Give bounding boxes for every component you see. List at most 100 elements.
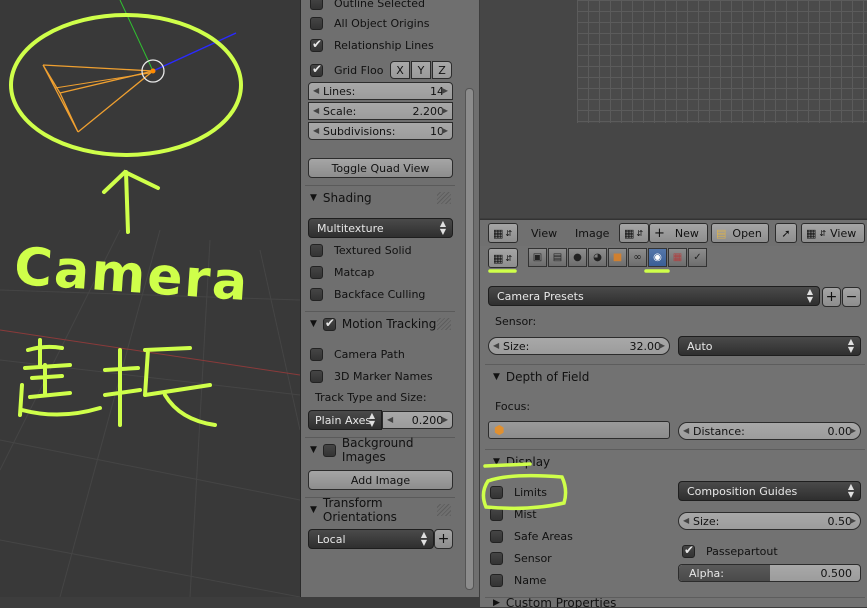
- transform-orientations-header-label: Transform Orientations: [322, 496, 397, 524]
- motion-tracking-panel-header[interactable]: ▼ Motion Tracking: [305, 311, 455, 336]
- updown-arrows-icon: ⇵: [636, 228, 644, 238]
- image-icon: ▦: [624, 226, 635, 240]
- shading-header-label: Shading: [322, 191, 372, 205]
- motion-tracking-checkbox[interactable]: [322, 316, 336, 331]
- grid-scale-value: 2.200: [412, 104, 445, 118]
- pin-button[interactable]: ➚: [775, 223, 797, 243]
- track-type-dropdown[interactable]: Plain Axes ▲ ▼: [308, 410, 382, 430]
- grid-subdivisions-field[interactable]: ◀ Subdivisions: 10 ▶: [308, 122, 453, 140]
- shading-mode-dropdown[interactable]: Multitexture ▲ ▼: [308, 218, 453, 238]
- all-object-origins-checkbox[interactable]: [310, 16, 323, 30]
- panel-grip-icon[interactable]: [437, 192, 451, 204]
- image-browse-button[interactable]: ▦ ⇵: [619, 223, 649, 243]
- background-images-header-label: Background Images: [341, 436, 414, 464]
- add-orientation-button[interactable]: +: [434, 529, 453, 549]
- grid-floor-option[interactable]: Grid Floo: [310, 60, 390, 80]
- textured-solid-checkbox[interactable]: [310, 243, 323, 257]
- all-object-origins-label: All Object Origins: [334, 16, 430, 30]
- grid-scale-field[interactable]: ◀ Scale: 2.200 ▶: [308, 102, 453, 120]
- camera-path-option[interactable]: Camera Path: [310, 344, 456, 364]
- track-size-field[interactable]: ◀ 0.200 ▶: [382, 411, 453, 429]
- backface-culling-label: Backface Culling: [334, 287, 426, 301]
- image-editor-area[interactable]: [480, 0, 867, 218]
- grid-subdivisions-label: Subdivisions:: [323, 124, 396, 138]
- pin-icon: ➚: [781, 226, 791, 240]
- updown-arrows-icon: ⇵: [819, 228, 827, 238]
- alpha-slider[interactable]: Alpha: 0.500: [678, 564, 861, 582]
- increment-icon[interactable]: ▶: [442, 415, 448, 424]
- shading-mode-value: Multitexture: [317, 221, 384, 235]
- shading-panel-header[interactable]: ▼ Shading: [305, 185, 455, 210]
- background-images-panel-header[interactable]: ▼ Background Images: [305, 436, 455, 464]
- backface-culling-option[interactable]: Backface Culling: [310, 284, 456, 304]
- passepartout-label: Passepartout: [706, 544, 778, 558]
- name-checkbox[interactable]: [490, 573, 503, 587]
- track-type-value: Plain Axes: [315, 413, 372, 427]
- alpha-value: 0.500: [820, 566, 853, 580]
- all-object-origins-option[interactable]: All Object Origins: [310, 13, 456, 33]
- updown-arrows-icon: ▲ ▼: [368, 411, 375, 428]
- increment-icon[interactable]: ▶: [442, 106, 448, 115]
- shelf-scrollbar[interactable]: [461, 0, 479, 597]
- sensor-checkbox[interactable]: [490, 551, 503, 565]
- marker-names-option[interactable]: 3D Marker Names: [310, 366, 456, 386]
- open-button-label: Open: [732, 226, 762, 240]
- grid-lines-label: Lines:: [323, 84, 356, 98]
- collapse-triangle-icon: ▼: [310, 445, 317, 455]
- panel-grip-icon[interactable]: [437, 318, 451, 330]
- matcap-option[interactable]: Matcap: [310, 262, 456, 282]
- passepartout-checkbox[interactable]: [682, 543, 695, 558]
- custom-properties-panel-header[interactable]: ▶ Custom Properties: [485, 597, 865, 608]
- marker-names-checkbox[interactable]: [310, 369, 323, 383]
- collapse-triangle-icon: ▼: [310, 319, 317, 329]
- custom-properties-header-label: Custom Properties: [505, 597, 617, 608]
- increment-icon[interactable]: ▶: [442, 86, 448, 95]
- backface-culling-checkbox[interactable]: [310, 287, 323, 301]
- image-editor-header: ▦ ⇵ View Image ▦ ⇵ + New ▤ Open ➚ ▦ ⇵ View: [480, 219, 867, 246]
- view-mode-dropdown[interactable]: ▦ ⇵ View: [801, 223, 865, 243]
- orientation-dropdown[interactable]: Local ▲ ▼: [308, 529, 434, 549]
- add-image-button[interactable]: Add Image: [308, 470, 453, 490]
- relationship-lines-checkbox[interactable]: [310, 37, 323, 52]
- sensor-option[interactable]: Sensor: [490, 548, 636, 568]
- relationship-lines-option[interactable]: Relationship Lines: [310, 35, 456, 55]
- panel-grip-icon[interactable]: [437, 504, 451, 516]
- image-menu[interactable]: Image: [575, 227, 609, 240]
- grid-lines-field[interactable]: ◀ Lines: 14 ▶: [308, 82, 453, 100]
- outline-selected-label: Outline Selected: [334, 0, 425, 10]
- decrement-icon[interactable]: ◀: [387, 415, 393, 424]
- name-option[interactable]: Name: [490, 570, 636, 590]
- decrement-icon[interactable]: ◀: [313, 86, 319, 95]
- camera-path-checkbox[interactable]: [310, 347, 323, 361]
- decrement-icon[interactable]: ◀: [313, 106, 319, 115]
- toggle-quad-view-button[interactable]: Toggle Quad View: [308, 158, 453, 178]
- collapse-triangle-icon: ▼: [310, 505, 317, 515]
- camera-object[interactable]: [42, 0, 237, 133]
- scrollbar-thumb[interactable]: [465, 88, 474, 590]
- transform-orientations-panel-header[interactable]: ▼ Transform Orientations: [305, 496, 455, 524]
- increment-icon[interactable]: ▶: [442, 126, 448, 135]
- collapse-triangle-icon: ▼: [310, 193, 317, 203]
- outline-selected-option[interactable]: Outline Selected: [310, 0, 456, 13]
- new-image-button[interactable]: + New: [649, 223, 708, 243]
- matcap-checkbox[interactable]: [310, 265, 323, 279]
- updown-arrows-icon: ⇵: [505, 228, 513, 238]
- view-menu[interactable]: View: [531, 227, 557, 240]
- outline-selected-checkbox[interactable]: [310, 0, 323, 10]
- textured-solid-option[interactable]: Textured Solid: [310, 240, 456, 260]
- grid-axis-y-toggle[interactable]: Y: [411, 61, 431, 79]
- relationship-lines-label: Relationship Lines: [334, 38, 434, 52]
- open-image-button[interactable]: ▤ Open: [711, 223, 769, 243]
- camera-path-label: Camera Path: [334, 347, 405, 361]
- alpha-label: Alpha:: [689, 566, 724, 580]
- grid-scale-label: Scale:: [323, 104, 357, 118]
- decrement-icon[interactable]: ◀: [313, 126, 319, 135]
- background-images-checkbox[interactable]: [322, 443, 336, 457]
- grid-axis-z-toggle[interactable]: Z: [432, 61, 452, 79]
- grid-axis-x-toggle[interactable]: X: [390, 61, 410, 79]
- editor-type-button[interactable]: ▦ ⇵: [488, 223, 518, 243]
- name-label: Name: [514, 573, 547, 587]
- grid-floor-checkbox[interactable]: [310, 62, 323, 77]
- 3d-viewport[interactable]: Camera 選択: [0, 0, 300, 597]
- folder-icon: ▤: [716, 226, 727, 240]
